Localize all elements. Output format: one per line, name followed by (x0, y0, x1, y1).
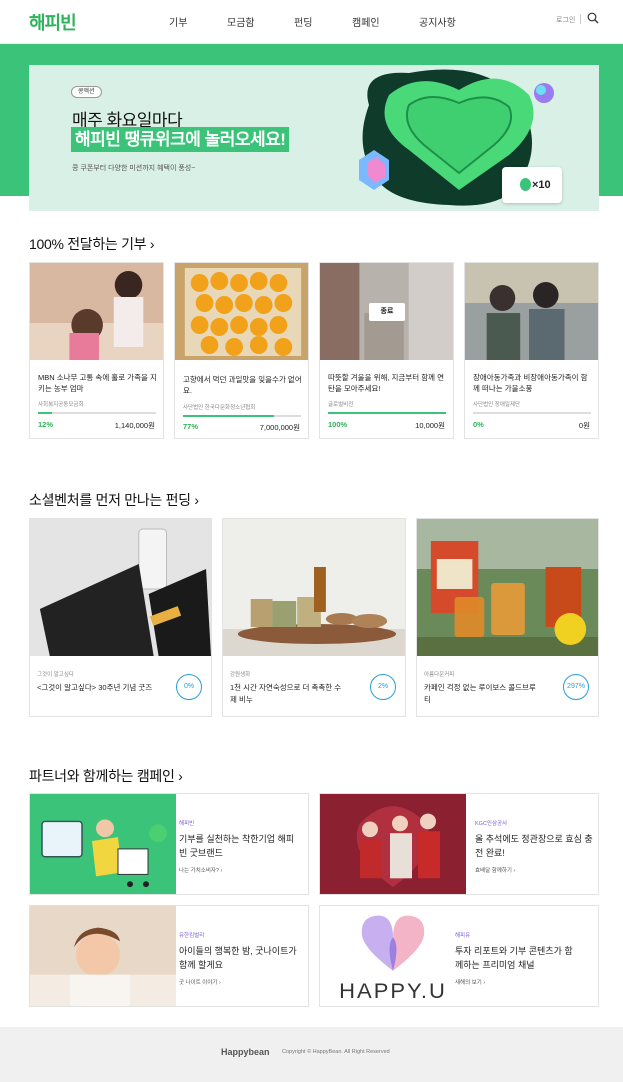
card-title: 1천 시간 자연숙성으로 더 촉촉한 수제 비누 (230, 683, 342, 704)
card-org: 해피빈 (179, 821, 195, 827)
login-link[interactable]: 로그인 (556, 15, 575, 25)
progress-bar (38, 412, 156, 414)
funding-percent: 297% (563, 674, 589, 700)
card-link[interactable]: 새해의 보기 › (455, 978, 485, 986)
progress-percent: 77% (183, 422, 199, 431)
card-title: 투자 리포트와 기부 콘텐츠가 함께하는 프리미엄 채널 (455, 946, 573, 970)
card-title: 기부를 실천하는 착한기업 해피빈 굿브랜드 (179, 834, 295, 858)
card-image (30, 519, 211, 656)
card-image (30, 794, 176, 894)
banner-highlight: 해피빈 땡큐위크에 놀러오세요! (71, 127, 290, 152)
card-org: 그것이 알고싶다 (37, 672, 74, 678)
nav-funding[interactable]: 펀딩 (294, 14, 312, 29)
card-link[interactable]: 나는 가치소비자? › (179, 866, 222, 874)
nav-notice[interactable]: 공지사항 (419, 14, 456, 29)
card-link[interactable]: 굿 나이트 이야기 › (179, 978, 221, 986)
search-icon[interactable] (587, 12, 599, 24)
amount-raised: 7,000,000원 (259, 423, 300, 432)
amount-raised: 1,140,000원 (114, 421, 155, 430)
promo-banner[interactable]: 콩액션 매주 화요일마다 해피빈 땡큐위크에 놀러오세요! 콩 쿠폰부터 다양한… (29, 65, 599, 211)
donation-card[interactable]: 종료 따뜻할 겨울을 위해, 지금부터 함께 연탄을 모아주세요! 글로벌비전 … (319, 262, 454, 439)
funding-card[interactable]: 아름다운커피 카페인 걱정 없는 루이보스 콜드브루티 297% (416, 518, 599, 717)
campaign-card[interactable]: KGC인삼공사 올 추석에도 정관장으로 효심 충전 완료! 효배달 함께하기 … (319, 793, 599, 895)
funding-section-title[interactable]: 소셜벤처를 먼저 만나는 펀딩 › (29, 490, 199, 510)
card-title: 따뜻할 겨울을 위해, 지금부터 함께 연탄을 모아주세요! (328, 373, 445, 393)
card-image (417, 519, 598, 656)
card-title: 고향에서 먹던 과일맛을 잊을수가 없어요. (183, 375, 302, 395)
card-org: 사단법인 장애일제단 (473, 402, 521, 408)
card-org: 사단법인 한국다문화청소년협회 (183, 405, 256, 411)
card-image (223, 519, 405, 656)
progress-percent: 12% (38, 420, 54, 429)
footer-logo: Happybean (221, 1047, 270, 1057)
progress-bar (328, 412, 446, 414)
amount-raised: 0원 (578, 421, 590, 430)
card-org: 사회복지공동모금회 (38, 402, 84, 408)
card-title: 올 추석에도 정관장으로 효심 충전 완료! (475, 834, 593, 858)
nav-campaign[interactable]: 캠페인 (352, 14, 380, 29)
card-title: 카페인 걱정 없는 루이보스 콜드브루티 (424, 683, 536, 704)
site-header: 해피빈 기부 모금함 펀딩 캠페인 공지사항 로그인 (0, 0, 623, 44)
card-org: 유한킴벌리 (179, 933, 205, 939)
card-image (320, 794, 466, 894)
card-title: 장애아동가족과 비장애아동가족이 함께 떠나는 가을소풍 (473, 373, 588, 393)
card-image (175, 263, 308, 360)
happybean-logo[interactable]: 해피빈 (29, 9, 77, 35)
card-org: 아름다운커피 (424, 672, 455, 678)
nav-donate[interactable]: 기부 (169, 14, 187, 29)
progress-bar (473, 412, 591, 414)
card-image (30, 906, 176, 1006)
campaign-card[interactable]: 유한킴벌리 아이들의 행복한 밤, 굿나이트가 함께 할게요 굿 나이트 이야기… (29, 905, 309, 1007)
banner-description: 콩 쿠폰부터 다양한 미션까지 혜택이 풍성~ (72, 165, 196, 172)
site-footer: Happybean Copyright © HappyBean. All Rig… (0, 1027, 623, 1082)
card-image (465, 263, 598, 360)
card-title: MBN 소나무 고통 속에 홀로 가족을 지키는 농부 엄마 (38, 373, 157, 393)
happy-u-logo: HAPPY.U (320, 906, 466, 1006)
coupon-multiplier: ×10 (502, 167, 562, 203)
card-org: 글로벌비전 (328, 402, 354, 408)
campaign-section-title[interactable]: 파트너와 함께하는 캠페인 › (29, 766, 183, 786)
donation-card[interactable]: MBN 소나무 고통 속에 홀로 가족을 지키는 농부 엄마 사회복지공동모금회… (29, 262, 164, 439)
donation-section-title[interactable]: 100% 전달하는 기부 › (29, 234, 155, 254)
funding-percent: 2% (370, 674, 396, 700)
progress-bar (183, 415, 301, 417)
nav-fundraiser[interactable]: 모금함 (227, 14, 255, 29)
banner-badge: 콩액션 (71, 86, 102, 98)
svg-text:HAPPY.U: HAPPY.U (339, 978, 447, 1003)
card-org: 강원생화 (230, 672, 251, 678)
copyright-text: Copyright © HappyBean. All Right Reserve… (282, 1049, 390, 1055)
bean-icon (520, 178, 531, 191)
card-title: <그것이 알고싶다> 30주년 기념 굿즈 (37, 683, 153, 692)
progress-percent: 0% (473, 420, 484, 429)
card-org: KGC인삼공사 (475, 821, 508, 827)
donation-card[interactable]: 장애아동가족과 비장애아동가족이 함께 떠나는 가을소풍 사단법인 장애일제단 … (464, 262, 599, 439)
header-divider (580, 14, 581, 24)
card-title: 아이들의 행복한 밤, 굿나이트가 함께 할게요 (179, 946, 297, 970)
card-org: 해피유 (455, 933, 471, 939)
progress-percent: 100% (328, 420, 348, 429)
card-image (30, 263, 163, 360)
campaign-card[interactable]: HAPPY.U 해피유 투자 리포트와 기부 콘텐츠가 함께하는 프리미엄 채널… (319, 905, 599, 1007)
funding-card[interactable]: 강원생화 1천 시간 자연숙성으로 더 촉촉한 수제 비누 2% (222, 518, 406, 717)
donation-card[interactable]: 고향에서 먹던 과일맛을 잊을수가 없어요. 사단법인 한국다문화청소년협회 7… (174, 262, 309, 439)
funding-percent: 0% (176, 674, 202, 700)
status-badge: 종료 (369, 303, 405, 321)
funding-card[interactable]: 그것이 알고싶다 <그것이 알고싶다> 30주년 기념 굿즈 0% (29, 518, 212, 717)
amount-raised: 10,000원 (415, 421, 445, 430)
card-link[interactable]: 효배달 함께하기 › (475, 866, 515, 874)
campaign-card[interactable]: 해피빈 기부를 실천하는 착한기업 해피빈 굿브랜드 나는 가치소비자? › (29, 793, 309, 895)
